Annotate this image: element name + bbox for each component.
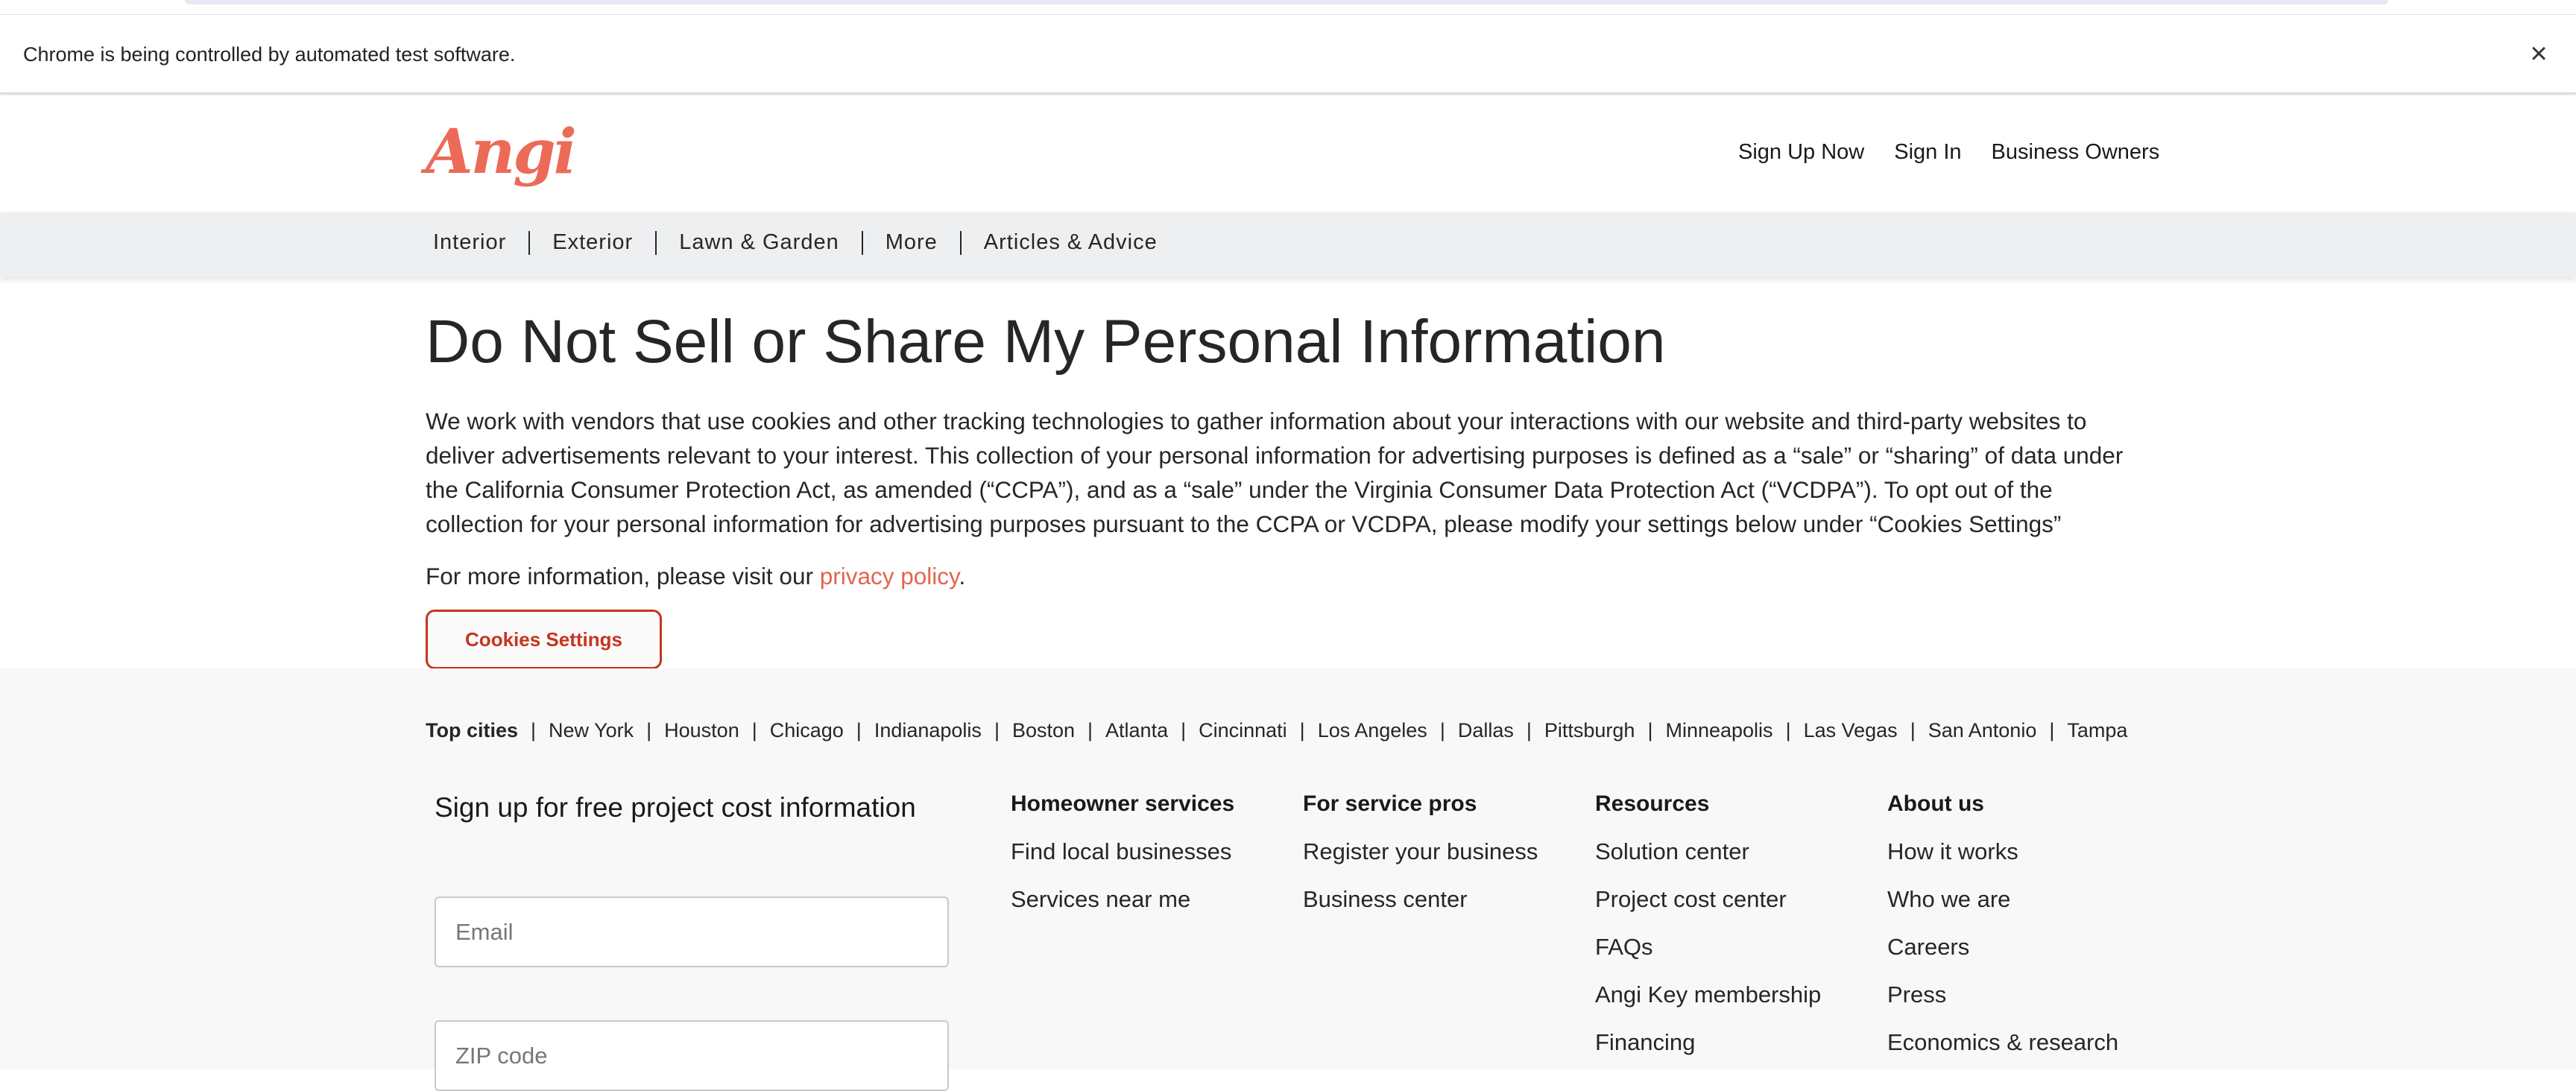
footer-link-solution-center[interactable]: Solution center — [1595, 838, 1821, 865]
city-link-minneapolis[interactable]: Minneapolis — [1665, 719, 1772, 742]
city-link-los-angeles[interactable]: Los Angeles — [1318, 719, 1427, 742]
city-separator: | — [2049, 719, 2055, 741]
city-separator: | — [531, 719, 537, 741]
footer-link-services-near-me[interactable]: Services near me — [1011, 886, 1234, 913]
footer-column-for-service-pros: For service pros Register your business … — [1303, 791, 1538, 934]
city-link-indianapolis[interactable]: Indianapolis — [874, 719, 982, 742]
automation-infobar: Chrome is being controlled by automated … — [0, 15, 2576, 94]
nav-divider — [861, 230, 863, 255]
footer-column-resources: Resources Solution center Project cost c… — [1595, 791, 1821, 1077]
nav-item-interior[interactable]: Interior — [433, 230, 506, 255]
city-link-atlanta[interactable]: Atlanta — [1105, 719, 1168, 742]
city-link-las-vegas[interactable]: Las Vegas — [1804, 719, 1898, 742]
cookies-settings-button[interactable]: Cookies Settings — [426, 610, 662, 669]
top-cities: Top cities | New York | Houston | Chicag… — [426, 719, 2127, 742]
angi-logo[interactable]: Angi — [426, 115, 577, 189]
email-field[interactable] — [435, 896, 949, 967]
city-link-houston[interactable]: Houston — [664, 719, 739, 742]
footer-column-about-us: About us How it works Who we are Careers… — [1887, 791, 2118, 1077]
column-heading: For service pros — [1303, 791, 1477, 816]
footer-link-project-cost-center[interactable]: Project cost center — [1595, 886, 1821, 913]
city-link-dallas[interactable]: Dallas — [1458, 719, 1514, 742]
business-owners-link[interactable]: Business Owners — [1992, 140, 2160, 165]
column-heading: Resources — [1595, 791, 1710, 816]
more-info-text: For more information, please visit our p… — [426, 559, 965, 593]
intro-paragraph: We work with vendors that use cookies an… — [426, 408, 2124, 537]
header-links: Sign Up Now Sign In Business Owners — [1738, 140, 2159, 165]
footer-link-find-local-businesses[interactable]: Find local businesses — [1011, 838, 1234, 865]
top-cities-label: Top cities — [426, 719, 519, 741]
zip-code-field[interactable] — [435, 1020, 949, 1091]
sign-up-now-link[interactable]: Sign Up Now — [1738, 140, 1864, 165]
city-link-new-york[interactable]: New York — [549, 719, 634, 742]
city-link-tampa[interactable]: Tampa — [2067, 719, 2127, 742]
column-heading: Homeowner services — [1011, 791, 1235, 816]
column-heading: About us — [1887, 791, 1984, 816]
city-link-boston[interactable]: Boston — [1012, 719, 1075, 742]
city-separator: | — [856, 719, 862, 741]
page-title: Do Not Sell or Share My Personal Informa… — [426, 308, 1666, 376]
browser-top-strip — [0, 0, 2576, 15]
nav-divider — [528, 230, 531, 255]
more-info-prefix: For more information, please visit our — [426, 563, 820, 589]
footer-link-register-your-business[interactable]: Register your business — [1303, 838, 1538, 865]
city-separator: | — [1439, 719, 1445, 741]
more-info-suffix: . — [959, 563, 966, 589]
footer-link-how-it-works[interactable]: How it works — [1887, 838, 2118, 865]
footer-link-financing[interactable]: Financing — [1595, 1029, 1821, 1056]
footer-link-who-we-are[interactable]: Who we are — [1887, 886, 2118, 913]
nav-item-more[interactable]: More — [886, 230, 938, 255]
footer-link-faqs[interactable]: FAQs — [1595, 934, 1821, 961]
nav-item-lawn-garden[interactable]: Lawn & Garden — [679, 230, 839, 255]
close-icon[interactable]: × — [2524, 39, 2554, 69]
nav-item-exterior[interactable]: Exterior — [552, 230, 633, 255]
city-separator: | — [751, 719, 757, 741]
nav-divider — [655, 230, 657, 255]
nav-divider — [959, 230, 962, 255]
city-separator: | — [646, 719, 652, 741]
sign-in-link[interactable]: Sign In — [1894, 140, 1961, 165]
city-separator: | — [1299, 719, 1305, 741]
nav-item-articles-advice[interactable]: Articles & Advice — [984, 230, 1158, 255]
city-separator: | — [1910, 719, 1916, 741]
city-link-cincinnati[interactable]: Cincinnati — [1199, 719, 1287, 742]
city-link-pittsburgh[interactable]: Pittsburgh — [1544, 719, 1635, 742]
city-separator: | — [1785, 719, 1791, 741]
footer-link-economics-research[interactable]: Economics & research — [1887, 1029, 2118, 1056]
city-separator: | — [1526, 719, 1532, 741]
browser-tab-strip — [185, 0, 2388, 4]
infobar-message: Chrome is being controlled by automated … — [23, 43, 516, 66]
city-separator: | — [1181, 719, 1187, 741]
city-separator: | — [994, 719, 1000, 741]
privacy-policy-link[interactable]: privacy policy — [820, 563, 959, 589]
city-link-chicago[interactable]: Chicago — [770, 719, 844, 742]
site-header: Angi Sign Up Now Sign In Business Owners — [0, 95, 2576, 212]
footer-link-angi-key-membership[interactable]: Angi Key membership — [1595, 981, 1821, 1008]
category-nav: Interior Exterior Lawn & Garden More Art… — [0, 212, 2576, 277]
signup-form: Sign up for free project cost informatio… — [435, 791, 949, 1091]
signup-heading: Sign up for free project cost informatio… — [435, 792, 916, 823]
footer-link-careers[interactable]: Careers — [1887, 934, 2118, 961]
city-link-san-antonio[interactable]: San Antonio — [1928, 719, 2037, 742]
footer-link-press[interactable]: Press — [1887, 981, 2118, 1008]
footer-column-homeowner-services: Homeowner services Find local businesses… — [1011, 791, 1234, 934]
city-separator: | — [1087, 719, 1093, 741]
footer-link-business-center[interactable]: Business center — [1303, 886, 1538, 913]
city-separator: | — [1647, 719, 1653, 741]
site-footer: Top cities | New York | Houston | Chicag… — [0, 668, 2576, 1091]
